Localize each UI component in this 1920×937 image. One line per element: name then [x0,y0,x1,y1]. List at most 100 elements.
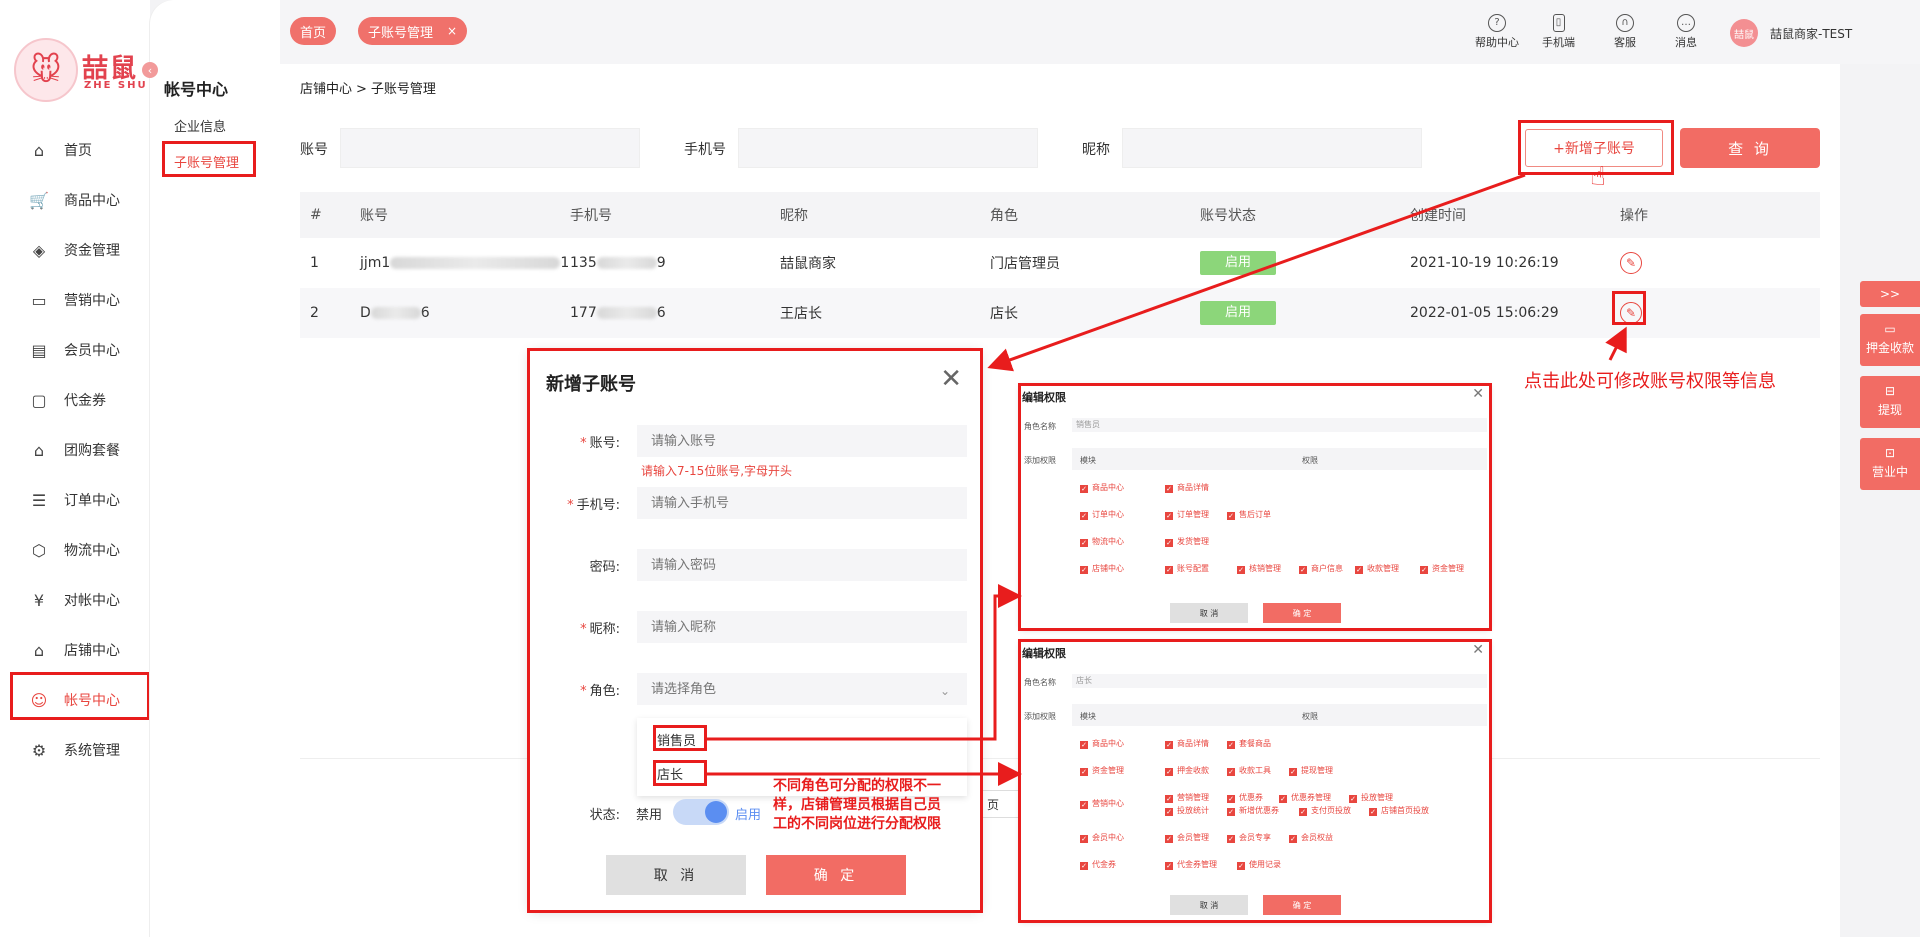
chevron-down-icon: ⌄ [940,684,951,698]
hand-cursor-icon: ☝ [1590,162,1606,192]
password-field[interactable] [637,549,967,581]
perm-cancel-button[interactable]: 取 消 [1170,603,1248,623]
header-messages[interactable]: … 消息 [1675,14,1697,50]
nav-item-home[interactable]: ⌂ 首页 [0,125,150,175]
headset-icon: ∩ [1616,14,1634,32]
nav-item-system[interactable]: ⚙ 系统管理 [0,725,150,775]
nickname-label: * 昵称: [580,622,620,637]
query-button[interactable]: 查 询 [1680,128,1820,168]
col-nickname: 昵称 [780,208,808,224]
account-search-input[interactable] [340,128,640,168]
account-field[interactable] [637,425,967,457]
nav-item-members[interactable]: ▤ 会员中心 [0,325,150,375]
cart-icon: 🛒 [29,190,49,210]
status-on-label: 启用 [735,808,762,823]
subaccount-table: # 账号 手机号 昵称 角色 账号状态 创建时间 操作 1 jjm1 1 135 9… [300,192,1820,338]
main-nav: ⌂ 首页 🛒 商品中心 ◈ 资金管理 ▭ 营销中心 ▤ 会员中心 ▢ 代金券 ⌂ 团购套餐 ☰… [0,125,150,775]
tag-icon: ⌂ [33,440,45,460]
nav-item-store[interactable]: ⌂ 店铺中心 [0,625,150,675]
shop-open-icon: ⊡ [1884,446,1896,460]
main-sidebar: 🐭 喆鼠 ZHE SHU ⌂ 首页 🛒 商品中心 ◈ 资金管理 ▭ 营销中心 ▤ 会员中心… [0,0,150,937]
page-jump[interactable]: 页 [980,790,1020,818]
col-created: 创建时间 [1410,208,1466,224]
brand-logo-sub: ZHE SHU [84,80,148,91]
role-label: * 角色: [580,684,620,699]
subnav-item-subaccounts[interactable]: 子账号管理 [174,152,239,171]
nav-item-marketing[interactable]: ▭ 营销中心 [0,275,150,325]
confirm-button[interactable]: 确 定 [766,855,906,895]
header-mobile[interactable]: ▯ 手机端 [1542,14,1575,50]
role-select[interactable] [637,673,967,705]
status-toggle[interactable] [673,799,729,825]
nickname-field[interactable] [637,611,967,643]
modal-title: 新增子账号 [546,374,636,395]
table-row: 1 jjm1 1 135 9 喆鼠商家 门店管理员 启用 2021-10-19 10… [300,238,1820,288]
subnav-title: 帐号中心 [164,80,229,99]
role-name-input[interactable]: 销售员 [1072,418,1487,432]
role-name-input[interactable]: 店长 [1072,674,1487,688]
redacted-text [390,257,561,269]
nav-item-reconcile[interactable]: ¥ 对帐中心 [0,575,150,625]
perm-confirm-button[interactable]: 确 定 [1263,895,1341,915]
card-icon: ▭ [1884,322,1896,336]
tab-subaccounts[interactable]: 子账号管理 × [358,17,468,45]
close-icon[interactable]: ✕ [940,364,962,394]
breadcrumb-parent[interactable]: 店铺中心 [300,82,352,97]
mouse-mascot-icon: 🐭 [14,38,78,102]
float-open[interactable]: ⊡ 营业中 [1860,438,1920,490]
close-icon[interactable]: ✕ [1472,642,1484,658]
account-hint: 请输入7-15位账号,字母开头 [641,464,793,478]
header-support[interactable]: ∩ 客服 [1614,14,1636,50]
close-icon[interactable]: × [447,24,457,38]
store-icon: ⌂ [33,640,45,660]
role-option-manager[interactable]: 店长 [657,764,683,783]
close-icon[interactable]: ✕ [1472,386,1484,402]
breadcrumb: 店铺中心 > 子账号管理 [300,78,436,97]
edit-pen-icon[interactable]: ✎ [1620,302,1642,324]
phone-search-input[interactable] [738,128,1038,168]
layers-icon: ◈ [32,240,46,260]
nav-item-orders[interactable]: ☰ 订单中心 [0,475,150,525]
filter-nickname-label: 昵称 [1082,142,1110,158]
filter-phone-label: 手机号 [684,142,726,158]
user-icon: ☺ [30,690,48,710]
phone-cell: 177 6 [570,305,666,321]
vip-card-icon: ▤ [31,340,47,360]
chevron-left-icon[interactable]: ‹ [142,62,158,78]
nav-item-funds[interactable]: ◈ 资金管理 [0,225,150,275]
nav-item-vouchers[interactable]: ▢ 代金券 [0,375,150,425]
edit-pen-icon[interactable]: ✎ [1620,252,1642,274]
breadcrumb-separator: > [356,82,367,97]
avatar[interactable]: 喆鼠 [1730,19,1758,47]
nav-item-group-buy[interactable]: ⌂ 团购套餐 [0,425,150,475]
message-icon: … [1677,14,1695,32]
account-cell: jjm1 1 [360,255,570,271]
cancel-button[interactable]: 取 消 [606,855,746,895]
user-name[interactable]: 喆鼠商家-TEST [1770,25,1852,42]
perm-confirm-button[interactable]: 确 定 [1263,603,1341,623]
float-toggle-button[interactable]: >> [1860,281,1920,307]
annotation-role-hint: 不同角色可分配的权限不一 样，店铺管理员根据自己员 工的不同岗位进行分配权限 [773,778,941,832]
nav-item-account[interactable]: ☺ 帐号中心 [0,675,150,725]
megaphone-icon: ▭ [31,290,47,310]
redacted-text [370,307,421,319]
settings-icon: ⚙ [31,740,47,760]
top-header: 首页 子账号管理 × ? 帮助中心 ▯ 手机端 ∩ 客服 … 消息 [280,0,1920,64]
perm-cancel-button[interactable]: 取 消 [1170,895,1248,915]
home-icon: ⌂ [33,140,45,160]
sub-sidebar: 帐号中心 企业信息 子账号管理 [150,0,280,937]
role-option-sales[interactable]: 销售员 [657,730,696,749]
header-help[interactable]: ? 帮助中心 [1475,14,1519,50]
account-label: * 账号: [580,436,620,451]
nickname-search-input[interactable] [1122,128,1422,168]
subnav-item-company[interactable]: 企业信息 [174,116,226,135]
edit-permission-panel-manager: 编辑权限 ✕ 角色名称 店长 添加权限 模块权限 商品中心 商品详情 套餐商品 … [1020,641,1490,921]
nav-item-logistics[interactable]: ⬡ 物流中心 [0,525,150,575]
table-header: # 账号 手机号 昵称 角色 账号状态 创建时间 操作 [300,192,1820,238]
phone-field[interactable] [637,487,967,519]
float-deposit[interactable]: ▭ 押金收款 [1860,314,1920,366]
tab-home[interactable]: 首页 [290,17,337,45]
nav-item-products[interactable]: 🛒 商品中心 [0,175,150,225]
float-withdraw[interactable]: ⊟ 提现 [1860,376,1920,428]
yen-icon: ¥ [33,590,45,610]
